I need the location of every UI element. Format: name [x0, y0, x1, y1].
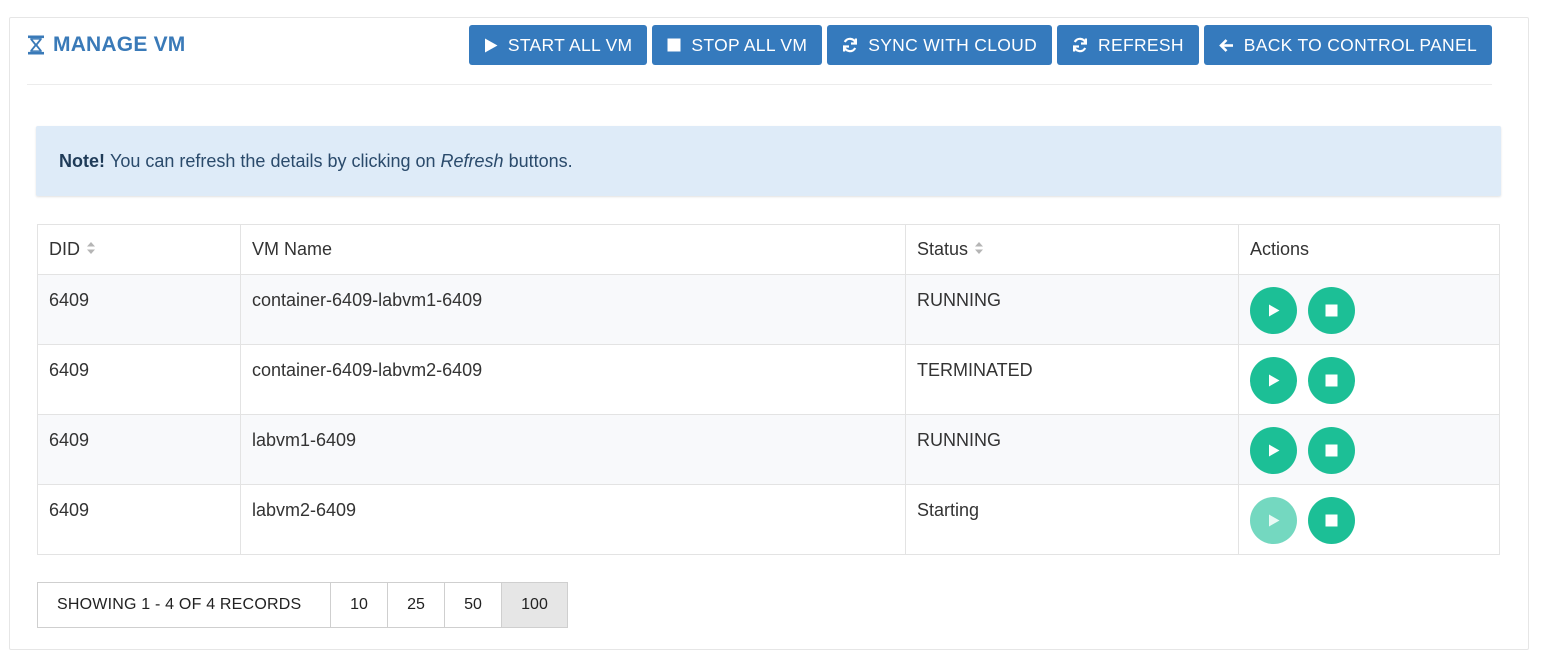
play-icon — [1268, 514, 1279, 527]
stop-vm-button[interactable] — [1308, 427, 1355, 474]
cell-did: 6409 — [37, 414, 241, 485]
start-vm-button[interactable] — [1250, 287, 1297, 334]
arrow-left-icon — [1218, 38, 1234, 53]
stop-icon — [667, 38, 681, 52]
column-header-did-label: DID — [49, 238, 80, 259]
sync-with-cloud-button[interactable]: SYNC WITH CLOUD — [827, 25, 1053, 65]
sync-with-cloud-label: SYNC WITH CLOUD — [868, 34, 1038, 55]
column-header-vm-name: VM Name — [240, 224, 906, 275]
column-header-status-label: Status — [917, 238, 969, 259]
table-row: 6409 container-6409-labvm2-6409 TERMINAT… — [37, 344, 1500, 415]
play-icon — [1268, 304, 1279, 317]
cell-vm-name: container-6409-labvm2-6409 — [240, 344, 906, 415]
start-all-vm-label: START ALL VM — [507, 34, 633, 55]
cell-actions — [1238, 344, 1500, 415]
hourglass-icon — [27, 35, 45, 55]
refresh-note: Note! You can refresh the details by cli… — [36, 126, 1501, 196]
table-row: 6409 container-6409-labvm1-6409 RUNNING — [37, 274, 1500, 345]
play-icon — [484, 38, 498, 53]
cell-status: TERMINATED — [905, 344, 1239, 415]
column-header-status[interactable]: Status — [905, 224, 1239, 275]
stop-icon — [1325, 374, 1338, 387]
cell-actions — [1238, 274, 1500, 345]
refresh-icon — [1072, 37, 1088, 53]
stop-icon — [1325, 304, 1338, 317]
sort-icon — [86, 239, 96, 260]
cell-did: 6409 — [37, 274, 241, 345]
cell-status: RUNNING — [905, 414, 1239, 485]
play-icon — [1268, 444, 1279, 457]
start-vm-button[interactable] — [1250, 357, 1297, 404]
stop-all-vm-button[interactable]: STOP ALL VM — [652, 25, 823, 65]
page-size-10[interactable]: 10 — [331, 582, 388, 628]
records-info: SHOWING 1 - 4 OF 4 RECORDS — [37, 582, 331, 628]
play-icon — [1268, 374, 1279, 387]
cell-status: Starting — [905, 484, 1239, 555]
table-row: 6409 labvm1-6409 RUNNING — [37, 414, 1500, 485]
stop-vm-button[interactable] — [1308, 287, 1355, 334]
column-header-did[interactable]: DID — [37, 224, 241, 275]
note-text-before: You can refresh the details by clicking … — [110, 150, 436, 171]
note-text-emphasis: Refresh — [440, 150, 504, 171]
page-size-100[interactable]: 100 — [502, 582, 568, 628]
note-label: Note! — [59, 150, 105, 171]
stop-all-vm-label: STOP ALL VM — [691, 34, 808, 55]
back-to-control-panel-label: BACK TO CONTROL PANEL — [1243, 34, 1477, 55]
start-vm-button[interactable] — [1250, 427, 1297, 474]
column-header-vm-name-label: VM Name — [252, 239, 333, 259]
column-header-actions: Actions — [1238, 224, 1500, 275]
note-text-after: buttons. — [508, 150, 573, 171]
table-header-row: DID VM Name Status Actions — [37, 224, 1500, 275]
pagination: SHOWING 1 - 4 OF 4 RECORDS 10 25 50 100 — [37, 582, 568, 628]
start-all-vm-button[interactable]: START ALL VM — [468, 25, 648, 65]
cell-vm-name: labvm2-6409 — [240, 484, 906, 555]
stop-icon — [1325, 514, 1338, 527]
sort-icon — [974, 239, 984, 260]
cell-did: 6409 — [37, 344, 241, 415]
cell-actions — [1238, 414, 1500, 485]
page-title-text: MANAGE VM — [53, 33, 186, 56]
toolbar: START ALL VM STOP ALL VM SYNC WITH CLOUD — [468, 25, 1492, 65]
column-header-actions-label: Actions — [1250, 239, 1310, 259]
refresh-label: REFRESH — [1098, 34, 1184, 55]
cell-actions — [1238, 484, 1500, 555]
start-vm-button — [1250, 497, 1297, 544]
page-size-25[interactable]: 25 — [388, 582, 445, 628]
cell-status: RUNNING — [905, 274, 1239, 345]
refresh-icon — [842, 37, 858, 53]
vm-table: DID VM Name Status Actions 6409 containe… — [37, 224, 1500, 555]
stop-vm-button[interactable] — [1308, 357, 1355, 404]
page-title: MANAGE VM — [27, 32, 185, 58]
cell-vm-name: container-6409-labvm1-6409 — [240, 274, 906, 345]
table-row: 6409 labvm2-6409 Starting — [37, 484, 1500, 555]
refresh-button[interactable]: REFRESH — [1057, 25, 1199, 65]
cell-vm-name: labvm1-6409 — [240, 414, 906, 485]
back-to-control-panel-button[interactable]: BACK TO CONTROL PANEL — [1203, 25, 1492, 65]
stop-icon — [1325, 444, 1338, 457]
page-header: MANAGE VM START ALL VM STOP ALL VM SYNC … — [27, 25, 1492, 85]
cell-did: 6409 — [37, 484, 241, 555]
page-size-50[interactable]: 50 — [445, 582, 502, 628]
stop-vm-button[interactable] — [1308, 497, 1355, 544]
